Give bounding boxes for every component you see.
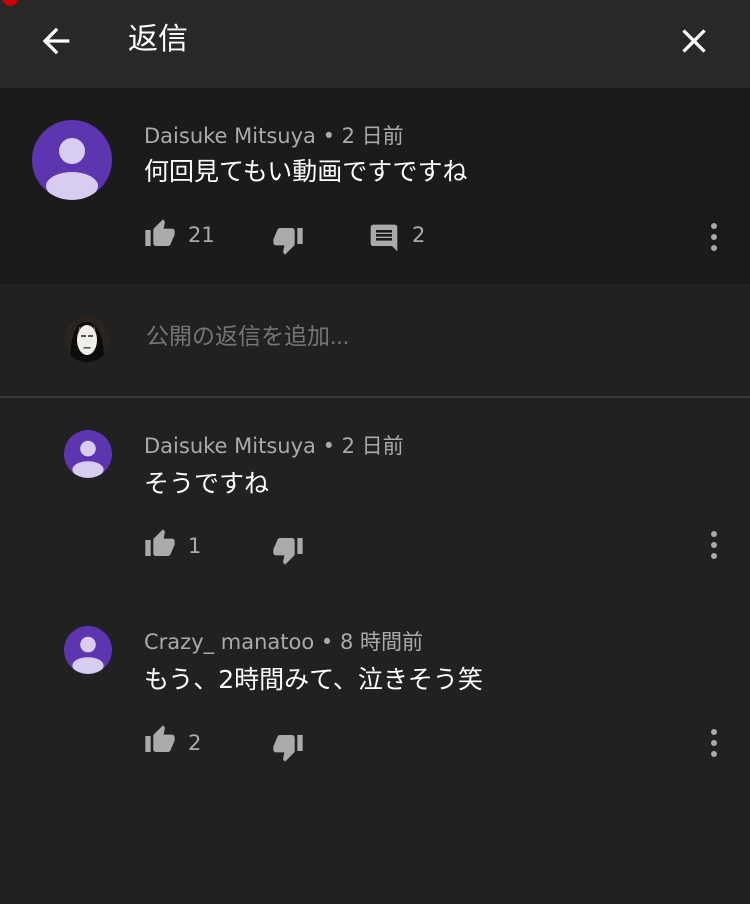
meta-separator: • <box>322 434 335 458</box>
page-title: 返信 <box>128 22 188 57</box>
thumb-down-icon <box>273 735 303 762</box>
meta-separator: • <box>322 124 335 148</box>
comment-meta: Daisuke Mitsuya • 2 日前 <box>144 430 404 460</box>
reply-count: 2 <box>412 223 426 247</box>
thumb-down-icon <box>273 228 303 255</box>
dislike-button[interactable] <box>272 731 304 763</box>
thumb-up-icon <box>145 725 175 752</box>
author-name[interactable]: Crazy_ manatoo <box>144 630 314 654</box>
avatar[interactable] <box>64 430 112 478</box>
author-name[interactable]: Daisuke Mitsuya <box>144 124 316 148</box>
like-count: 21 <box>188 223 215 247</box>
more-vert-icon <box>711 729 717 757</box>
arrow-back-icon <box>42 27 70 55</box>
close-button[interactable] <box>674 21 714 61</box>
dislike-button[interactable] <box>272 224 304 256</box>
close-icon <box>682 29 706 53</box>
like-button[interactable] <box>144 218 176 250</box>
comment-text: そうですね <box>144 469 270 498</box>
more-vert-icon <box>711 223 717 251</box>
comment-meta: Daisuke Mitsuya • 2 日前 <box>144 120 404 150</box>
avatar[interactable] <box>32 120 112 200</box>
back-button[interactable] <box>36 21 76 61</box>
meta-separator: • <box>320 630 334 654</box>
like-count: 2 <box>188 731 202 755</box>
default-avatar-icon <box>46 138 98 200</box>
comment-meta: Crazy_ manatoo • 8 時間前 <box>144 626 423 656</box>
avatar[interactable] <box>64 626 112 674</box>
top-bar: 返信 <box>0 0 750 88</box>
default-avatar-icon <box>72 636 104 674</box>
author-name[interactable]: Daisuke Mitsuya <box>144 434 316 458</box>
more-button[interactable] <box>704 726 724 760</box>
thumb-up-icon <box>145 219 175 246</box>
recording-indicator <box>2 0 18 6</box>
like-button[interactable] <box>144 724 176 756</box>
reply-input[interactable] <box>144 322 708 351</box>
thumb-up-icon <box>145 529 175 556</box>
comment-time: 2 日前 <box>341 124 404 148</box>
comment-text: もう、2時間みて、泣きそう笑 <box>144 665 483 694</box>
reply-button[interactable] <box>368 222 400 254</box>
default-avatar-icon <box>72 440 104 478</box>
thumb-down-icon <box>273 538 303 565</box>
dislike-button[interactable] <box>272 534 304 566</box>
user-avatar-icon <box>64 316 110 362</box>
comment-time: 8 時間前 <box>340 630 424 654</box>
comment-icon <box>370 224 398 252</box>
like-button[interactable] <box>144 528 176 560</box>
like-count: 1 <box>188 534 202 558</box>
parent-comment: Daisuke Mitsuya • 2 日前 何回見てもい動画ですですね 21 … <box>0 88 750 284</box>
more-button[interactable] <box>704 220 724 254</box>
comment-time: 2 日前 <box>341 434 404 458</box>
comment-text: 何回見てもい動画ですですね <box>144 157 468 186</box>
user-avatar <box>64 316 110 362</box>
more-button[interactable] <box>704 528 724 562</box>
more-vert-icon <box>711 531 717 559</box>
